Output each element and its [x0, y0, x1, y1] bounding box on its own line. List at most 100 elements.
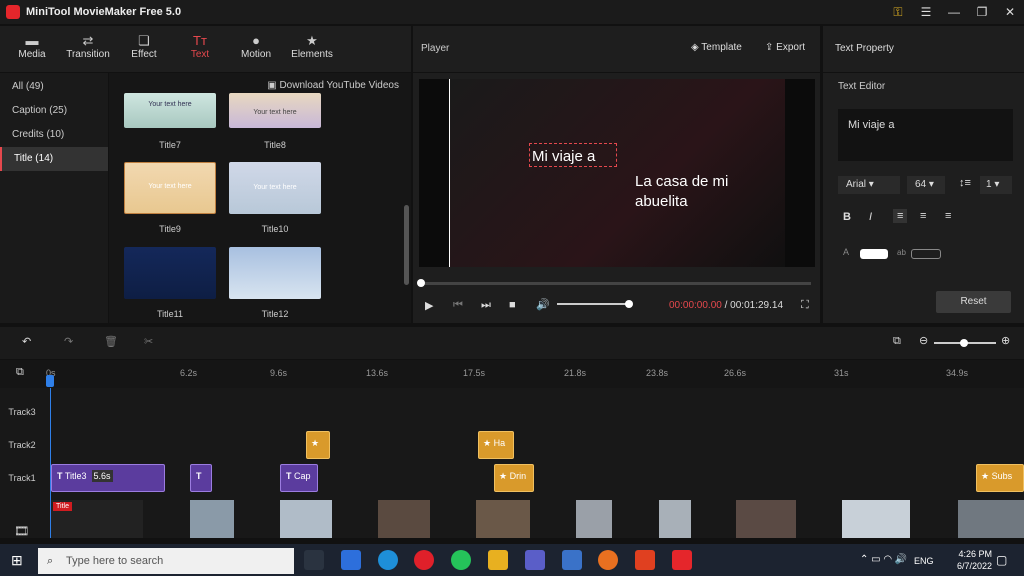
volume-handle[interactable]	[625, 300, 633, 308]
align-right-button[interactable]: ≡	[945, 210, 951, 222]
app-icon[interactable]	[562, 550, 582, 570]
category-credits[interactable]: Credits (10)	[0, 123, 108, 147]
nav-text[interactable]: Tт Text	[172, 26, 228, 72]
video-clip-7[interactable]	[659, 500, 691, 538]
thumb-title8[interactable]: Your text here	[229, 93, 321, 128]
play-button[interactable]: ▶	[425, 299, 433, 312]
edge-icon[interactable]	[378, 550, 398, 570]
delete-icon[interactable]: 🗑	[104, 335, 118, 348]
track3-label: Track3	[8, 407, 36, 417]
maximize-button[interactable]: ❐	[968, 5, 996, 19]
redo-icon[interactable]: ↷	[64, 335, 73, 348]
nav-transition[interactable]: ⇄ Transition	[60, 26, 116, 72]
app-icon-2[interactable]	[598, 550, 618, 570]
video-clip-2[interactable]	[190, 500, 234, 538]
caption-clip[interactable]: T Cap	[280, 464, 318, 492]
video-clip-8[interactable]	[736, 500, 796, 538]
zoom-handle[interactable]	[960, 339, 968, 347]
clock[interactable]: 4:26 PM 6/7/2022	[957, 548, 992, 572]
video-clip-10[interactable]	[958, 500, 1024, 538]
stop-button[interactable]: ■	[509, 299, 516, 311]
nav-motion[interactable]: ● Motion	[228, 26, 284, 72]
category-caption[interactable]: Caption (25)	[0, 99, 108, 123]
category-all[interactable]: All (49)	[0, 75, 108, 99]
teams-icon[interactable]	[525, 550, 545, 570]
bold-button[interactable]: B	[843, 211, 851, 223]
notification-icon[interactable]: ▢	[996, 553, 1007, 567]
windows-start-icon[interactable]: ⊞	[11, 552, 23, 569]
text-clip[interactable]: T	[190, 464, 212, 492]
export-button[interactable]: ⇪ Export	[765, 42, 805, 53]
progress-handle[interactable]	[417, 279, 425, 287]
library-scrollbar[interactable]	[404, 205, 409, 285]
split-icon[interactable]: ✂	[144, 335, 153, 348]
zoom-icon[interactable]	[341, 550, 361, 570]
zoom-slider[interactable]	[934, 339, 996, 347]
undo-icon[interactable]: ↶	[22, 335, 31, 348]
italic-button[interactable]: I	[869, 211, 872, 223]
thumb-title12[interactable]	[229, 247, 321, 299]
thumb-title7[interactable]: Your text here	[124, 93, 216, 128]
video-clip-6[interactable]	[576, 500, 612, 538]
video-preview[interactable]: Mi viaje a La casa de mi abuelita	[419, 79, 815, 267]
tray-icons[interactable]: ⌃ ▭ ◠ 🔊	[860, 554, 907, 565]
nav-effect[interactable]: ❏ Effect	[116, 26, 172, 72]
minitool-taskbar-icon[interactable]	[672, 550, 692, 570]
video-clip-4[interactable]	[378, 500, 430, 538]
zoom-out-icon[interactable]: ⊖	[919, 334, 928, 347]
reset-button[interactable]: Reset	[936, 291, 1011, 313]
video-clip-9[interactable]	[842, 500, 910, 538]
font-color-swatch[interactable]	[860, 249, 888, 259]
next-frame-button[interactable]: ⏭	[481, 299, 491, 312]
language-indicator[interactable]: ENG	[914, 556, 934, 566]
category-title[interactable]: Title (14)	[0, 147, 108, 171]
overlay-text-2b[interactable]: abuelita	[635, 193, 688, 210]
text-editor-field[interactable]: Mi viaje a	[838, 109, 1013, 161]
volume-icon[interactable]: 🔊	[536, 298, 550, 311]
title3-clip[interactable]: T Title3 5.6s	[51, 464, 165, 492]
title10-label: Title10	[261, 224, 289, 234]
app-icon-3[interactable]	[635, 550, 655, 570]
volume-slider[interactable]	[557, 300, 633, 308]
download-youtube-link[interactable]: ▣ Download YouTube Videos	[267, 80, 399, 91]
video-clip-3[interactable]	[280, 500, 332, 538]
minimize-button[interactable]: —	[940, 5, 968, 19]
element-clip-drin[interactable]: ★ Drin	[494, 464, 534, 492]
app-logo-icon	[6, 5, 20, 19]
taskbar-search[interactable]: ⌕ Type here to search	[38, 548, 294, 574]
overlay-text-1[interactable]: Mi viaje a	[532, 148, 595, 165]
overlay-text-2a[interactable]: La casa de mi	[635, 173, 728, 190]
task-view-icon[interactable]	[304, 550, 324, 570]
thumb-title9[interactable]: Your text here	[124, 162, 216, 214]
progress-track[interactable]	[417, 279, 811, 287]
align-center-button[interactable]: ≡	[920, 210, 926, 222]
zoom-in-icon[interactable]: ⊕	[1001, 334, 1010, 347]
prev-frame-button[interactable]: ⏮	[453, 299, 463, 312]
fullscreen-icon[interactable]: ⛶	[801, 299, 809, 312]
opera-icon[interactable]	[414, 550, 434, 570]
menu-icon[interactable]: ☰	[912, 5, 940, 19]
thumb-title10[interactable]: Your text here	[229, 162, 321, 214]
align-left-button[interactable]: ≡	[893, 209, 908, 223]
zoom-fit-icon[interactable]: ⧉	[893, 335, 901, 348]
element-clip-ha[interactable]: ★ Ha	[478, 431, 514, 459]
spacing-select[interactable]: 1 ▾	[980, 176, 1012, 194]
add-track-icon[interactable]: ⧉	[16, 366, 24, 379]
nav-media[interactable]: ▬ Media	[4, 26, 60, 72]
element-clip-subs[interactable]: ★ Subs	[976, 464, 1024, 492]
key-icon[interactable]: ⚿	[884, 5, 912, 20]
font-select[interactable]: Arial ▾	[838, 176, 900, 194]
template-button[interactable]: ◈ Template	[691, 42, 742, 53]
playhead[interactable]	[46, 375, 54, 387]
video-clip-1[interactable]: Title	[51, 500, 143, 538]
whatsapp-icon[interactable]	[451, 550, 471, 570]
nav-elements[interactable]: ★ Elements	[284, 26, 340, 72]
background-color-swatch[interactable]	[911, 249, 941, 259]
thumb-title11[interactable]	[124, 247, 216, 299]
file-explorer-icon[interactable]	[488, 550, 508, 570]
element-clip[interactable]: ★	[306, 431, 330, 459]
ruler-tick: 21.8s	[564, 368, 587, 378]
close-button[interactable]: ✕	[996, 5, 1024, 19]
size-select[interactable]: 64 ▾	[907, 176, 945, 194]
video-clip-5[interactable]	[476, 500, 530, 538]
